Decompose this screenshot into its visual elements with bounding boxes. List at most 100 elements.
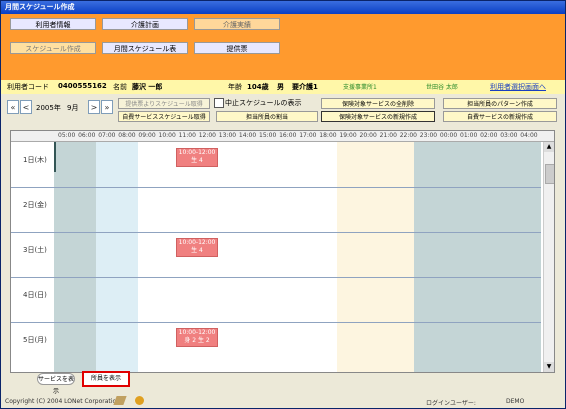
user-age: 104歳: [247, 83, 269, 91]
year-label: 2005年: [36, 104, 61, 112]
day-label: 1日(木): [23, 156, 47, 164]
new-self-service-button[interactable]: 自費サービスの新規作成: [443, 111, 557, 122]
nav-care-plan-button[interactable]: 介護計画: [102, 18, 188, 30]
hour-label: 01:00: [460, 132, 478, 139]
right-arrow-icon: >: [90, 103, 98, 112]
next-month-button[interactable]: >: [88, 100, 100, 114]
next-year-button[interactable]: »: [101, 100, 113, 114]
day-divider: [11, 277, 541, 278]
controls-area: « < 2005年 9月 > » 提供票よりスケジュール取得 自費サービススケジ…: [1, 94, 565, 124]
hour-label: 14:00: [238, 132, 257, 139]
care-level: 要介護1: [292, 83, 318, 91]
copyright: Copyright (C) 2004 LONet Corporation: [5, 398, 120, 405]
day-label: 4日(日): [23, 291, 47, 299]
schedule-event[interactable]: 10:00-12:00 生 4: [176, 238, 218, 257]
hour-label: 23:00: [419, 132, 438, 139]
hour-label: 15:00: [259, 132, 277, 139]
get-from-provide-button[interactable]: 提供票よりスケジュール取得: [118, 98, 210, 109]
staff-pattern-button[interactable]: 担当所員のパターン作成: [443, 98, 557, 109]
event-time: 10:00-12:00: [178, 239, 216, 246]
nav-schedule-create-button[interactable]: スケジュール作成: [10, 42, 96, 54]
event-text: 生 4: [191, 247, 203, 254]
hour-label: 07:00: [98, 132, 116, 139]
hour-label: 09:00: [138, 132, 156, 139]
hour-label: 17:00: [299, 132, 317, 139]
hour-header: 05:00 06:00 07:00 08:00 09:00 10:00 11:00 12:00…: [11, 131, 554, 142]
scroll-marker: [54, 142, 56, 172]
event-text: 身 2 生 2: [184, 337, 210, 344]
hour-label: 06:00: [78, 132, 96, 139]
delete-all-insured-button[interactable]: 保険対象サービスの全削除: [321, 98, 435, 109]
hour-label: 10:00: [158, 132, 176, 139]
age-label: 年齢: [228, 83, 242, 91]
user-name: 藤沢 一郎: [132, 83, 163, 91]
hour-label: 13:00: [218, 132, 237, 139]
user-select-link[interactable]: 利用者選択画面へ: [490, 82, 546, 92]
footer: Copyright (C) 2004 LONet Corporation ログイ…: [1, 394, 565, 408]
day-label: 3日(土): [23, 246, 47, 254]
hour-label: 19:00: [339, 132, 357, 139]
hour-label: 20:00: [359, 132, 377, 139]
schedule-event[interactable]: 10:00-12:00 生 4: [176, 148, 218, 167]
show-cancel-checkbox[interactable]: [214, 98, 224, 108]
night-band-early: [54, 142, 96, 372]
day-divider: [11, 322, 541, 323]
hour-label: 21:00: [379, 132, 397, 139]
get-self-service-button[interactable]: 自費サービススケジュール取得: [118, 111, 210, 122]
login-user: DEMO: [506, 398, 525, 405]
prev-year-button[interactable]: «: [7, 100, 19, 114]
month-label: 9月: [67, 104, 79, 112]
hour-label: 00:00: [439, 132, 458, 139]
new-insured-service-button[interactable]: 保険対象サービスの新規作成: [321, 111, 435, 122]
day-label: 2日(金): [23, 201, 47, 209]
scroll-down-icon[interactable]: ▼: [544, 362, 554, 372]
nav-panel: 利用者情報 介護計画 介護実績 スケジュール作成 月間スケジュール表 提供票: [1, 14, 565, 80]
schedule-event[interactable]: 10:00-12:00 身 2 生 2: [176, 328, 218, 347]
user-info-bar: 利用者コード 0400555162 名前 藤沢 一郎 年齢 104歳 男 要介護…: [1, 80, 565, 94]
user-code: 0400555162: [58, 82, 107, 90]
user-name-label: 名前: [113, 83, 127, 91]
staff-name: 世田谷 太郎: [426, 84, 458, 91]
early-morning-band: [96, 142, 138, 372]
nav-provide-sheet-button[interactable]: 提供票: [194, 42, 280, 54]
hour-label: 12:00: [198, 132, 216, 139]
left-arrow-icon: <: [22, 103, 30, 112]
scroll-up-icon[interactable]: ▲: [544, 142, 554, 152]
window-title: 月間スケジュール作成: [1, 1, 565, 14]
hour-label: 04:00: [520, 132, 538, 139]
assign-staff-button[interactable]: 担当所員の割当: [216, 111, 318, 122]
hour-label: 05:00: [58, 132, 76, 139]
show-staff-button[interactable]: 所員を表示: [82, 371, 130, 387]
double-right-icon: »: [104, 103, 110, 112]
nav-care-record-button[interactable]: 介護実績: [194, 18, 280, 30]
nav-user-info-button[interactable]: 利用者情報: [10, 18, 96, 30]
hour-label: 02:00: [480, 132, 498, 139]
hour-label: 18:00: [319, 132, 337, 139]
event-time: 10:00-12:00: [178, 149, 216, 156]
scroll-thumb[interactable]: [545, 164, 554, 184]
prev-month-button[interactable]: <: [20, 100, 32, 114]
vertical-scrollbar[interactable]: ▲ ▼: [543, 142, 554, 372]
user-gender: 男: [277, 83, 284, 91]
nav-monthly-schedule-button[interactable]: 月間スケジュール表: [102, 42, 188, 54]
app-window: 月間スケジュール作成 利用者情報 介護計画 介護実績 スケジュール作成 月間スケ…: [0, 0, 566, 409]
hour-label: 08:00: [118, 132, 136, 139]
user-code-label: 利用者コード: [7, 83, 49, 91]
show-service-button[interactable]: サービスを表示: [37, 373, 75, 395]
day-label: 5日(月): [23, 336, 47, 344]
pen-icon: [113, 396, 127, 405]
event-text: 生 4: [191, 157, 203, 164]
night-band-late: [414, 142, 541, 372]
double-left-icon: «: [10, 103, 16, 112]
login-label: ログインユーザー:: [426, 400, 476, 407]
hour-label: 03:00: [500, 132, 518, 139]
evening-band: [337, 142, 414, 372]
hour-label: 11:00: [178, 132, 196, 139]
support-office: 支援事業所1: [343, 84, 377, 91]
event-time: 10:00-12:00: [178, 329, 216, 336]
globe-icon: [135, 396, 144, 405]
show-cancel-label: 中止スケジュールの表示: [225, 99, 302, 107]
day-divider: [11, 232, 541, 233]
hour-label: 22:00: [399, 132, 417, 139]
schedule-grid: 05:00 06:00 07:00 08:00 09:00 10:00 11:00 12:00…: [10, 130, 555, 373]
